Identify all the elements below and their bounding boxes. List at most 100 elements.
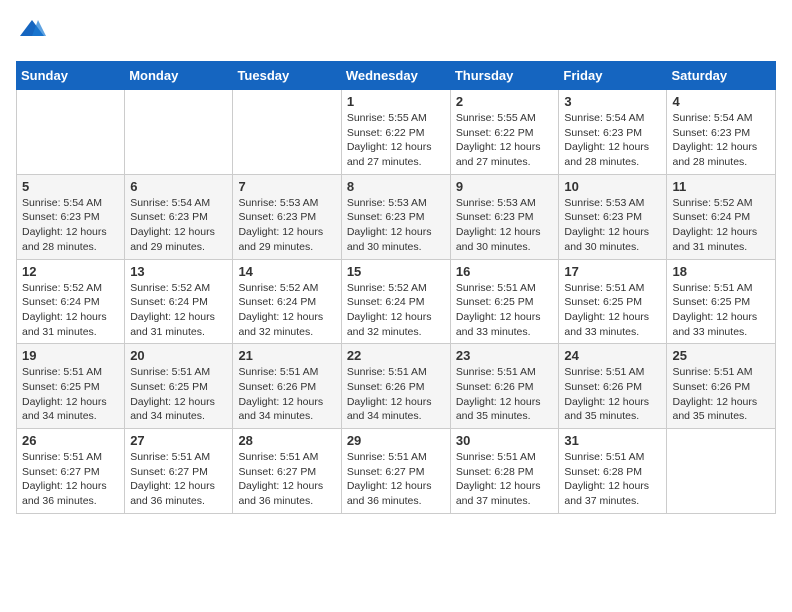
day-number: 4 <box>672 94 770 109</box>
day-number: 31 <box>564 433 661 448</box>
calendar-cell: 10Sunrise: 5:53 AMSunset: 6:23 PMDayligh… <box>559 174 667 259</box>
day-number: 17 <box>564 264 661 279</box>
calendar-cell: 20Sunrise: 5:51 AMSunset: 6:25 PMDayligh… <box>125 344 233 429</box>
calendar-cell: 12 Sunrise: 5:52 AMSunset: 6:24 PMDayligh… <box>17 259 125 344</box>
calendar-week-row: 5Sunrise: 5:54 AMSunset: 6:23 PMDaylight… <box>17 174 776 259</box>
day-detail: Sunrise: 5:51 AMSunset: 6:26 PMDaylight:… <box>238 365 335 424</box>
calendar-cell: 30 Sunrise: 5:51 AMSunset: 6:28 PMDayligh… <box>450 429 559 514</box>
day-number: 12 <box>22 264 119 279</box>
day-detail: Sunrise: 5:53 AMSunset: 6:23 PMDaylight:… <box>238 196 335 255</box>
day-detail: Sunrise: 5:51 AMSunset: 6:25 PMDaylight:… <box>22 365 119 424</box>
day-detail: Sunrise: 5:52 AMSunset: 6:24 PMDaylight:… <box>130 281 227 340</box>
calendar-cell: 13 Sunrise: 5:52 AMSunset: 6:24 PMDayligh… <box>125 259 233 344</box>
day-number: 26 <box>22 433 119 448</box>
calendar-week-row: 26 Sunrise: 5:51 AMSunset: 6:27 PMDayligh… <box>17 429 776 514</box>
day-header-wednesday: Wednesday <box>341 62 450 90</box>
day-header-saturday: Saturday <box>667 62 776 90</box>
calendar-cell: 31 Sunrise: 5:51 AMSunset: 6:28 PMDayligh… <box>559 429 667 514</box>
day-header-friday: Friday <box>559 62 667 90</box>
day-detail: Sunrise: 5:51 AMSunset: 6:26 PMDaylight:… <box>672 365 770 424</box>
calendar-cell: 7 Sunrise: 5:53 AMSunset: 6:23 PMDaylight… <box>233 174 341 259</box>
logo-text <box>16 16 46 49</box>
day-detail: Sunrise: 5:51 AMSunset: 6:27 PMDaylight:… <box>238 450 335 509</box>
day-number: 15 <box>347 264 445 279</box>
calendar-cell: 8 Sunrise: 5:53 AMSunset: 6:23 PMDaylight… <box>341 174 450 259</box>
day-number: 8 <box>347 179 445 194</box>
calendar-cell: 24 Sunrise: 5:51 AMSunset: 6:26 PMDayligh… <box>559 344 667 429</box>
day-number: 18 <box>672 264 770 279</box>
day-number: 10 <box>564 179 661 194</box>
day-number: 3 <box>564 94 661 109</box>
day-number: 14 <box>238 264 335 279</box>
calendar-cell: 23 Sunrise: 5:51 AMSunset: 6:26 PMDayligh… <box>450 344 559 429</box>
calendar-cell: 2 Sunrise: 5:55 AMSunset: 6:22 PMDaylight… <box>450 90 559 175</box>
calendar-cell: 22Sunrise: 5:51 AMSunset: 6:26 PMDayligh… <box>341 344 450 429</box>
day-number: 25 <box>672 348 770 363</box>
day-number: 29 <box>347 433 445 448</box>
day-detail: Sunrise: 5:51 AMSunset: 6:26 PMDaylight:… <box>564 365 661 424</box>
day-number: 2 <box>456 94 554 109</box>
day-number: 24 <box>564 348 661 363</box>
day-number: 19 <box>22 348 119 363</box>
calendar-cell: 14 Sunrise: 5:52 AMSunset: 6:24 PMDayligh… <box>233 259 341 344</box>
day-number: 1 <box>347 94 445 109</box>
day-detail: Sunrise: 5:51 AMSunset: 6:25 PMDaylight:… <box>672 281 770 340</box>
day-header-monday: Monday <box>125 62 233 90</box>
day-detail: Sunrise: 5:51 AMSunset: 6:28 PMDaylight:… <box>456 450 554 509</box>
day-header-sunday: Sunday <box>17 62 125 90</box>
calendar-cell: 9 Sunrise: 5:53 AMSunset: 6:23 PMDaylight… <box>450 174 559 259</box>
day-detail: Sunrise: 5:51 AMSunset: 6:27 PMDaylight:… <box>22 450 119 509</box>
day-detail: Sunrise: 5:54 AMSunset: 6:23 PMDaylight:… <box>564 111 661 170</box>
day-detail: Sunrise: 5:53 AMSunset: 6:23 PMDaylight:… <box>456 196 554 255</box>
day-detail: Sunrise: 5:51 AMSunset: 6:28 PMDaylight:… <box>564 450 661 509</box>
day-header-tuesday: Tuesday <box>233 62 341 90</box>
day-detail: Sunrise: 5:53 AMSunset: 6:23 PMDaylight:… <box>347 196 445 255</box>
day-detail: Sunrise: 5:51 AMSunset: 6:25 PMDaylight:… <box>564 281 661 340</box>
day-number: 13 <box>130 264 227 279</box>
calendar-cell: 28 Sunrise: 5:51 AMSunset: 6:27 PMDayligh… <box>233 429 341 514</box>
day-header-thursday: Thursday <box>450 62 559 90</box>
page-header <box>16 16 776 49</box>
calendar-cell: 1 Sunrise: 5:55 AMSunset: 6:22 PMDaylight… <box>341 90 450 175</box>
day-number: 7 <box>238 179 335 194</box>
logo-icon <box>18 16 46 44</box>
calendar-cell <box>233 90 341 175</box>
day-number: 23 <box>456 348 554 363</box>
day-number: 5 <box>22 179 119 194</box>
day-number: 20 <box>130 348 227 363</box>
calendar-cell <box>667 429 776 514</box>
calendar-cell <box>125 90 233 175</box>
day-detail: Sunrise: 5:52 AMSunset: 6:24 PMDaylight:… <box>238 281 335 340</box>
day-detail: Sunrise: 5:54 AMSunset: 6:23 PMDaylight:… <box>672 111 770 170</box>
calendar-table: SundayMondayTuesdayWednesdayThursdayFrid… <box>16 61 776 514</box>
calendar-cell: 27 Sunrise: 5:51 AMSunset: 6:27 PMDayligh… <box>125 429 233 514</box>
calendar-week-row: 1 Sunrise: 5:55 AMSunset: 6:22 PMDaylight… <box>17 90 776 175</box>
calendar-cell: 18 Sunrise: 5:51 AMSunset: 6:25 PMDayligh… <box>667 259 776 344</box>
calendar-cell: 19 Sunrise: 5:51 AMSunset: 6:25 PMDayligh… <box>17 344 125 429</box>
day-number: 22 <box>347 348 445 363</box>
day-detail: Sunrise: 5:51 AMSunset: 6:25 PMDaylight:… <box>456 281 554 340</box>
day-detail: Sunrise: 5:55 AMSunset: 6:22 PMDaylight:… <box>347 111 445 170</box>
day-number: 30 <box>456 433 554 448</box>
day-number: 28 <box>238 433 335 448</box>
calendar-cell <box>17 90 125 175</box>
calendar-week-row: 19 Sunrise: 5:51 AMSunset: 6:25 PMDayligh… <box>17 344 776 429</box>
day-number: 27 <box>130 433 227 448</box>
day-detail: Sunrise: 5:52 AMSunset: 6:24 PMDaylight:… <box>22 281 119 340</box>
calendar-cell: 16Sunrise: 5:51 AMSunset: 6:25 PMDayligh… <box>450 259 559 344</box>
calendar-cell: 21 Sunrise: 5:51 AMSunset: 6:26 PMDayligh… <box>233 344 341 429</box>
day-number: 11 <box>672 179 770 194</box>
calendar-cell: 29 Sunrise: 5:51 AMSunset: 6:27 PMDayligh… <box>341 429 450 514</box>
logo <box>16 16 46 49</box>
day-detail: Sunrise: 5:51 AMSunset: 6:27 PMDaylight:… <box>347 450 445 509</box>
calendar-cell: 6Sunrise: 5:54 AMSunset: 6:23 PMDaylight… <box>125 174 233 259</box>
calendar-cell: 25 Sunrise: 5:51 AMSunset: 6:26 PMDayligh… <box>667 344 776 429</box>
day-detail: Sunrise: 5:51 AMSunset: 6:26 PMDaylight:… <box>456 365 554 424</box>
day-number: 21 <box>238 348 335 363</box>
calendar-cell: 11 Sunrise: 5:52 AMSunset: 6:24 PMDayligh… <box>667 174 776 259</box>
day-number: 9 <box>456 179 554 194</box>
calendar-cell: 4 Sunrise: 5:54 AMSunset: 6:23 PMDaylight… <box>667 90 776 175</box>
day-detail: Sunrise: 5:52 AMSunset: 6:24 PMDaylight:… <box>672 196 770 255</box>
day-detail: Sunrise: 5:51 AMSunset: 6:27 PMDaylight:… <box>130 450 227 509</box>
day-detail: Sunrise: 5:55 AMSunset: 6:22 PMDaylight:… <box>456 111 554 170</box>
